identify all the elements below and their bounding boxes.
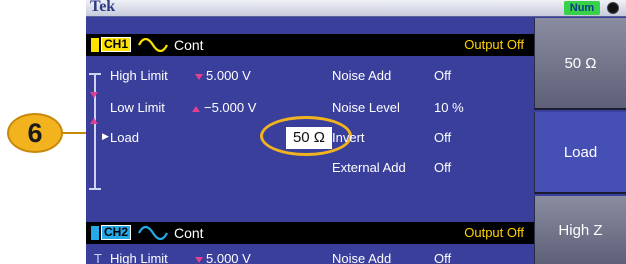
ch1-output-status: Output Off bbox=[464, 37, 524, 52]
sine-wave-icon bbox=[138, 38, 168, 52]
noise-level-label: Noise Level bbox=[332, 100, 400, 115]
menu-button-high-z[interactable]: High Z bbox=[534, 196, 626, 264]
menu-button-load[interactable]: Load bbox=[534, 112, 626, 194]
ch1-label: CH1 bbox=[101, 37, 132, 52]
callout-number-badge: 6 bbox=[7, 113, 63, 153]
menu-button-50-ohm[interactable]: 50 Ω bbox=[534, 18, 626, 110]
external-add-value[interactable]: Off bbox=[434, 160, 451, 175]
ch2-high-limit-label: High Limit bbox=[110, 251, 168, 264]
noise-add-value[interactable]: Off bbox=[434, 68, 451, 83]
noise-level-value[interactable]: 10 % bbox=[434, 100, 464, 115]
menu-button-high-z-label: High Z bbox=[558, 221, 603, 239]
menu-button-load-label: Load bbox=[563, 143, 598, 161]
high-limit-label: High Limit bbox=[110, 68, 168, 83]
low-limit-value[interactable]: −5.000 V bbox=[204, 100, 256, 115]
noise-add-label: Noise Add bbox=[332, 68, 392, 83]
load-label: Load bbox=[110, 130, 139, 145]
sine-wave-icon bbox=[138, 226, 168, 240]
ch1-run-mode: Cont bbox=[174, 37, 204, 53]
selected-row-pointer-icon: ▶ bbox=[102, 131, 109, 141]
high-limit-marker bbox=[90, 92, 98, 98]
ch2-bracket-tick: T bbox=[94, 251, 102, 264]
top-status-bar: Tek Num bbox=[86, 0, 626, 17]
ch2-high-limit-value[interactable]: 5.000 V bbox=[206, 251, 251, 264]
invert-label: Invert bbox=[332, 130, 365, 145]
bracket-bottom-tick bbox=[89, 188, 101, 190]
ch2-noise-add-value[interactable]: Off bbox=[434, 251, 451, 264]
ch2-header[interactable]: CH2 Cont Output Off bbox=[86, 222, 534, 244]
ch2-high-limit-arrow-icon bbox=[195, 257, 203, 263]
high-limit-arrow-icon bbox=[195, 74, 203, 80]
ch1-color-swatch bbox=[91, 38, 99, 52]
bracket-top-tick bbox=[89, 73, 101, 75]
low-limit-marker bbox=[90, 118, 98, 124]
external-add-label: External Add bbox=[332, 160, 406, 175]
side-softkey-menu: 50 Ω Load High Z bbox=[534, 18, 626, 264]
instrument-screen: Tek Num CH1 Cont Output Off High Limit 5… bbox=[86, 0, 626, 264]
ch2-output-status: Output Off bbox=[464, 225, 524, 240]
low-limit-arrow-icon bbox=[192, 106, 200, 112]
ch2-run-mode: Cont bbox=[174, 225, 204, 241]
ch2-color-swatch bbox=[91, 226, 99, 240]
ch1-header[interactable]: CH1 Cont Output Off bbox=[86, 34, 534, 56]
brand-logo: Tek bbox=[90, 0, 116, 15]
high-limit-value[interactable]: 5.000 V bbox=[206, 68, 251, 83]
ch2-noise-add-label: Noise Add bbox=[332, 251, 392, 264]
invert-value[interactable]: Off bbox=[434, 130, 451, 145]
low-limit-label: Low Limit bbox=[110, 100, 165, 115]
num-lock-badge: Num bbox=[564, 1, 600, 15]
status-indicator-icon bbox=[607, 2, 619, 14]
ch2-label: CH2 bbox=[101, 225, 132, 240]
menu-button-50-ohm-label: 50 Ω bbox=[564, 54, 597, 72]
